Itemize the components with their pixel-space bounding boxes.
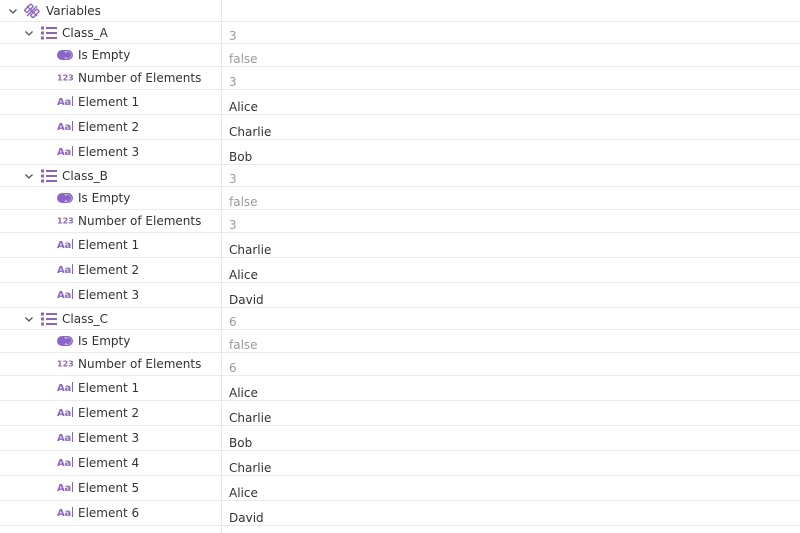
item-value: Charlie: [229, 242, 272, 257]
item-value: Charlie: [229, 410, 272, 425]
tree-row-element[interactable]: Aa Element 3 Bob: [0, 426, 800, 451]
text-icon: Aa: [57, 457, 74, 469]
text-icon: Aa: [57, 382, 74, 394]
text-icon: Aa: [57, 432, 74, 444]
tree-row-element[interactable]: Aa Element 3 David: [0, 283, 800, 308]
tree-row-element[interactable]: Aa Element 4 Charlie: [0, 451, 800, 476]
tree-row-element-count[interactable]: 123 Number of Elements 3: [0, 67, 800, 90]
tree-row-element[interactable]: Aa Element 1 Charlie: [0, 233, 800, 258]
tree-row-element[interactable]: Aa Element 1 Alice: [0, 90, 800, 115]
tree-row-variables[interactable]: Variables: [0, 0, 800, 22]
element-label: Element 3: [78, 431, 140, 445]
chevron-down-icon[interactable]: [23, 313, 35, 325]
element-label: Element 3: [78, 288, 140, 302]
tree-row-class[interactable]: Class_C 6: [0, 308, 800, 330]
list-icon: [41, 312, 57, 325]
item-value: Charlie: [229, 124, 272, 139]
tree-row-element-count[interactable]: 123 Number of Elements 6: [0, 353, 800, 376]
tree-row-is-empty[interactable]: Is Empty false: [0, 44, 800, 67]
item-value: Alice: [229, 485, 258, 500]
element-label: Element 2: [78, 406, 140, 420]
tree-row-class[interactable]: Class_B 3: [0, 165, 800, 187]
element-label: Element 2: [78, 120, 140, 134]
element-label: Element 1: [78, 381, 140, 395]
chevron-down-icon[interactable]: [23, 27, 35, 39]
tree-label: Variables: [46, 3, 101, 18]
text-icon: Aa: [57, 482, 74, 494]
class-label: Class_A: [62, 25, 108, 40]
item-value: Bob: [229, 435, 253, 450]
class-label: Class_C: [62, 311, 108, 326]
number-icon: 123: [57, 359, 74, 369]
element-label: Element 4: [78, 456, 140, 470]
tree-row-element[interactable]: Aa Element 6 David: [0, 501, 800, 526]
item-value: false: [229, 51, 258, 66]
tree-row-element[interactable]: Aa Element 5 Alice: [0, 476, 800, 501]
property-label: Is Empty: [78, 191, 131, 205]
element-label: Element 2: [78, 263, 140, 277]
text-icon: Aa: [57, 121, 74, 133]
number-icon: 123: [57, 73, 74, 83]
element-label: Element 3: [78, 145, 140, 159]
property-label: Number of Elements: [78, 214, 202, 228]
text-icon: Aa: [57, 507, 74, 519]
element-label: Element 6: [78, 506, 140, 520]
tree-row-is-empty[interactable]: Is Empty false: [0, 330, 800, 353]
class-label: Class_B: [62, 168, 108, 183]
property-label: Is Empty: [78, 334, 131, 348]
item-value: Alice: [229, 385, 258, 400]
property-label: Number of Elements: [78, 357, 202, 371]
element-label: Element 1: [78, 238, 140, 252]
tree-row-element[interactable]: Aa Element 2 Charlie: [0, 115, 800, 140]
chevron-down-icon[interactable]: [7, 5, 19, 17]
element-label: Element 1: [78, 95, 140, 109]
text-icon: Aa: [57, 289, 74, 301]
property-label: Number of Elements: [78, 71, 202, 85]
item-value: David: [229, 510, 264, 525]
chevron-down-icon[interactable]: [23, 170, 35, 182]
tree-row-element-count[interactable]: 123 Number of Elements 3: [0, 210, 800, 233]
list-icon: [41, 169, 57, 182]
toggle-icon: [57, 50, 73, 60]
toggle-icon: [57, 193, 73, 203]
item-value: Alice: [229, 267, 258, 282]
text-icon: Aa: [57, 264, 74, 276]
item-value: 6: [229, 360, 237, 375]
element-label: Element 5: [78, 481, 140, 495]
item-value: David: [229, 292, 264, 307]
item-value: Alice: [229, 99, 258, 114]
text-icon: Aa: [57, 146, 74, 158]
tree-row-class[interactable]: Class_A 3: [0, 22, 800, 44]
item-value: 3: [229, 29, 237, 43]
item-value: false: [229, 194, 258, 209]
number-icon: 123: [57, 216, 74, 226]
item-value: false: [229, 337, 258, 352]
tree-row-element[interactable]: Aa Element 2 Charlie: [0, 401, 800, 426]
text-icon: Aa: [57, 96, 74, 108]
text-icon: Aa: [57, 239, 74, 251]
variables-icon: [24, 3, 40, 18]
tree-row-element[interactable]: Aa Element 1 Alice: [0, 376, 800, 401]
item-value: Charlie: [229, 460, 272, 475]
item-value: 3: [229, 74, 237, 89]
item-value: 3: [229, 172, 237, 186]
item-value: 6: [229, 315, 237, 329]
item-value: 3: [229, 217, 237, 232]
variables-tree: Variables Class_A 3 Is Empty false 123 Number …: [0, 0, 800, 533]
tree-row-element[interactable]: Aa Element 2 Alice: [0, 258, 800, 283]
text-icon: Aa: [57, 407, 74, 419]
toggle-icon: [57, 336, 73, 346]
item-value: Bob: [229, 149, 253, 164]
tree-row-is-empty[interactable]: Is Empty false: [0, 187, 800, 210]
list-icon: [41, 26, 57, 39]
tree-row-element[interactable]: Aa Element 3 Bob: [0, 140, 800, 165]
property-label: Is Empty: [78, 48, 131, 62]
